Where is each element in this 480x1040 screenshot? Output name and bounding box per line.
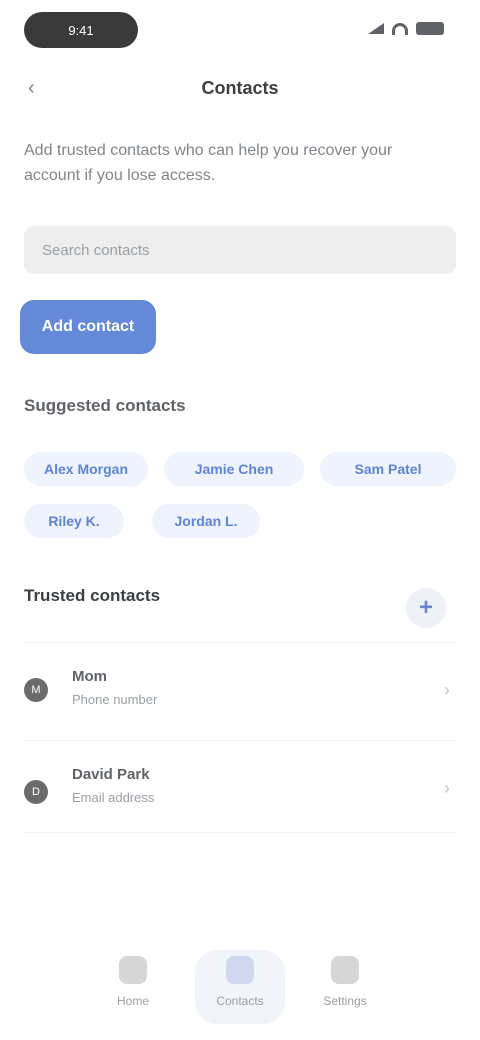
nav-item-home[interactable]: Home (88, 950, 178, 1024)
contacts-icon (226, 956, 254, 984)
divider (24, 832, 456, 833)
suggested-chip[interactable]: Jamie Chen (164, 452, 304, 486)
suggested-chip[interactable]: Alex Morgan (24, 452, 148, 486)
divider (24, 642, 456, 643)
suggested-chip[interactable]: Jordan L. (152, 504, 260, 538)
status-bar: 9:41 (0, 0, 480, 64)
suggested-chip[interactable]: Sam Patel (320, 452, 456, 486)
nav-item-contacts[interactable]: Contacts (195, 950, 285, 1024)
chevron-right-icon: › (444, 680, 450, 700)
page-title: Contacts (201, 77, 279, 98)
avatar: M (24, 678, 48, 702)
divider (24, 740, 456, 741)
home-icon (119, 956, 147, 984)
status-icons (368, 22, 444, 35)
wifi-icon (392, 22, 408, 35)
avatar: D (24, 780, 48, 804)
contact-name: Mom (72, 668, 107, 685)
suggested-section-title: Suggested contacts (24, 396, 186, 415)
nav-label: Settings (323, 994, 367, 1008)
contact-row[interactable]: M Mom Phone number › (0, 650, 480, 736)
search-input[interactable] (42, 241, 438, 259)
chevron-right-icon: › (444, 778, 450, 798)
nav-label: Contacts (216, 994, 264, 1008)
contact-detail: Email address (72, 790, 155, 805)
add-contact-icon-button[interactable]: + (406, 588, 446, 628)
contact-detail: Phone number (72, 692, 158, 707)
suggested-chip[interactable]: Riley K. (24, 504, 124, 538)
back-arrow-icon[interactable]: ‹ (28, 78, 48, 98)
contact-name: David Park (72, 766, 150, 783)
battery-icon (416, 22, 444, 35)
nav-label: Home (116, 994, 149, 1008)
bottom-nav: Home Contacts Settings (0, 930, 480, 1040)
gear-icon (331, 956, 359, 984)
search-box[interactable] (24, 226, 456, 274)
status-time-pill: 9:41 (24, 12, 138, 48)
contact-row[interactable]: D David Park Email address › (0, 744, 480, 830)
signal-icon (368, 23, 384, 34)
add-contact-button[interactable]: Add contact (20, 300, 156, 354)
app-header: ‹ Contacts (0, 64, 480, 112)
status-time: 9:41 (68, 22, 94, 38)
page-description: Add trusted contacts who can help you re… (24, 142, 393, 184)
trusted-contacts-title: Trusted contacts (24, 586, 161, 605)
nav-item-settings[interactable]: Settings (300, 950, 390, 1024)
